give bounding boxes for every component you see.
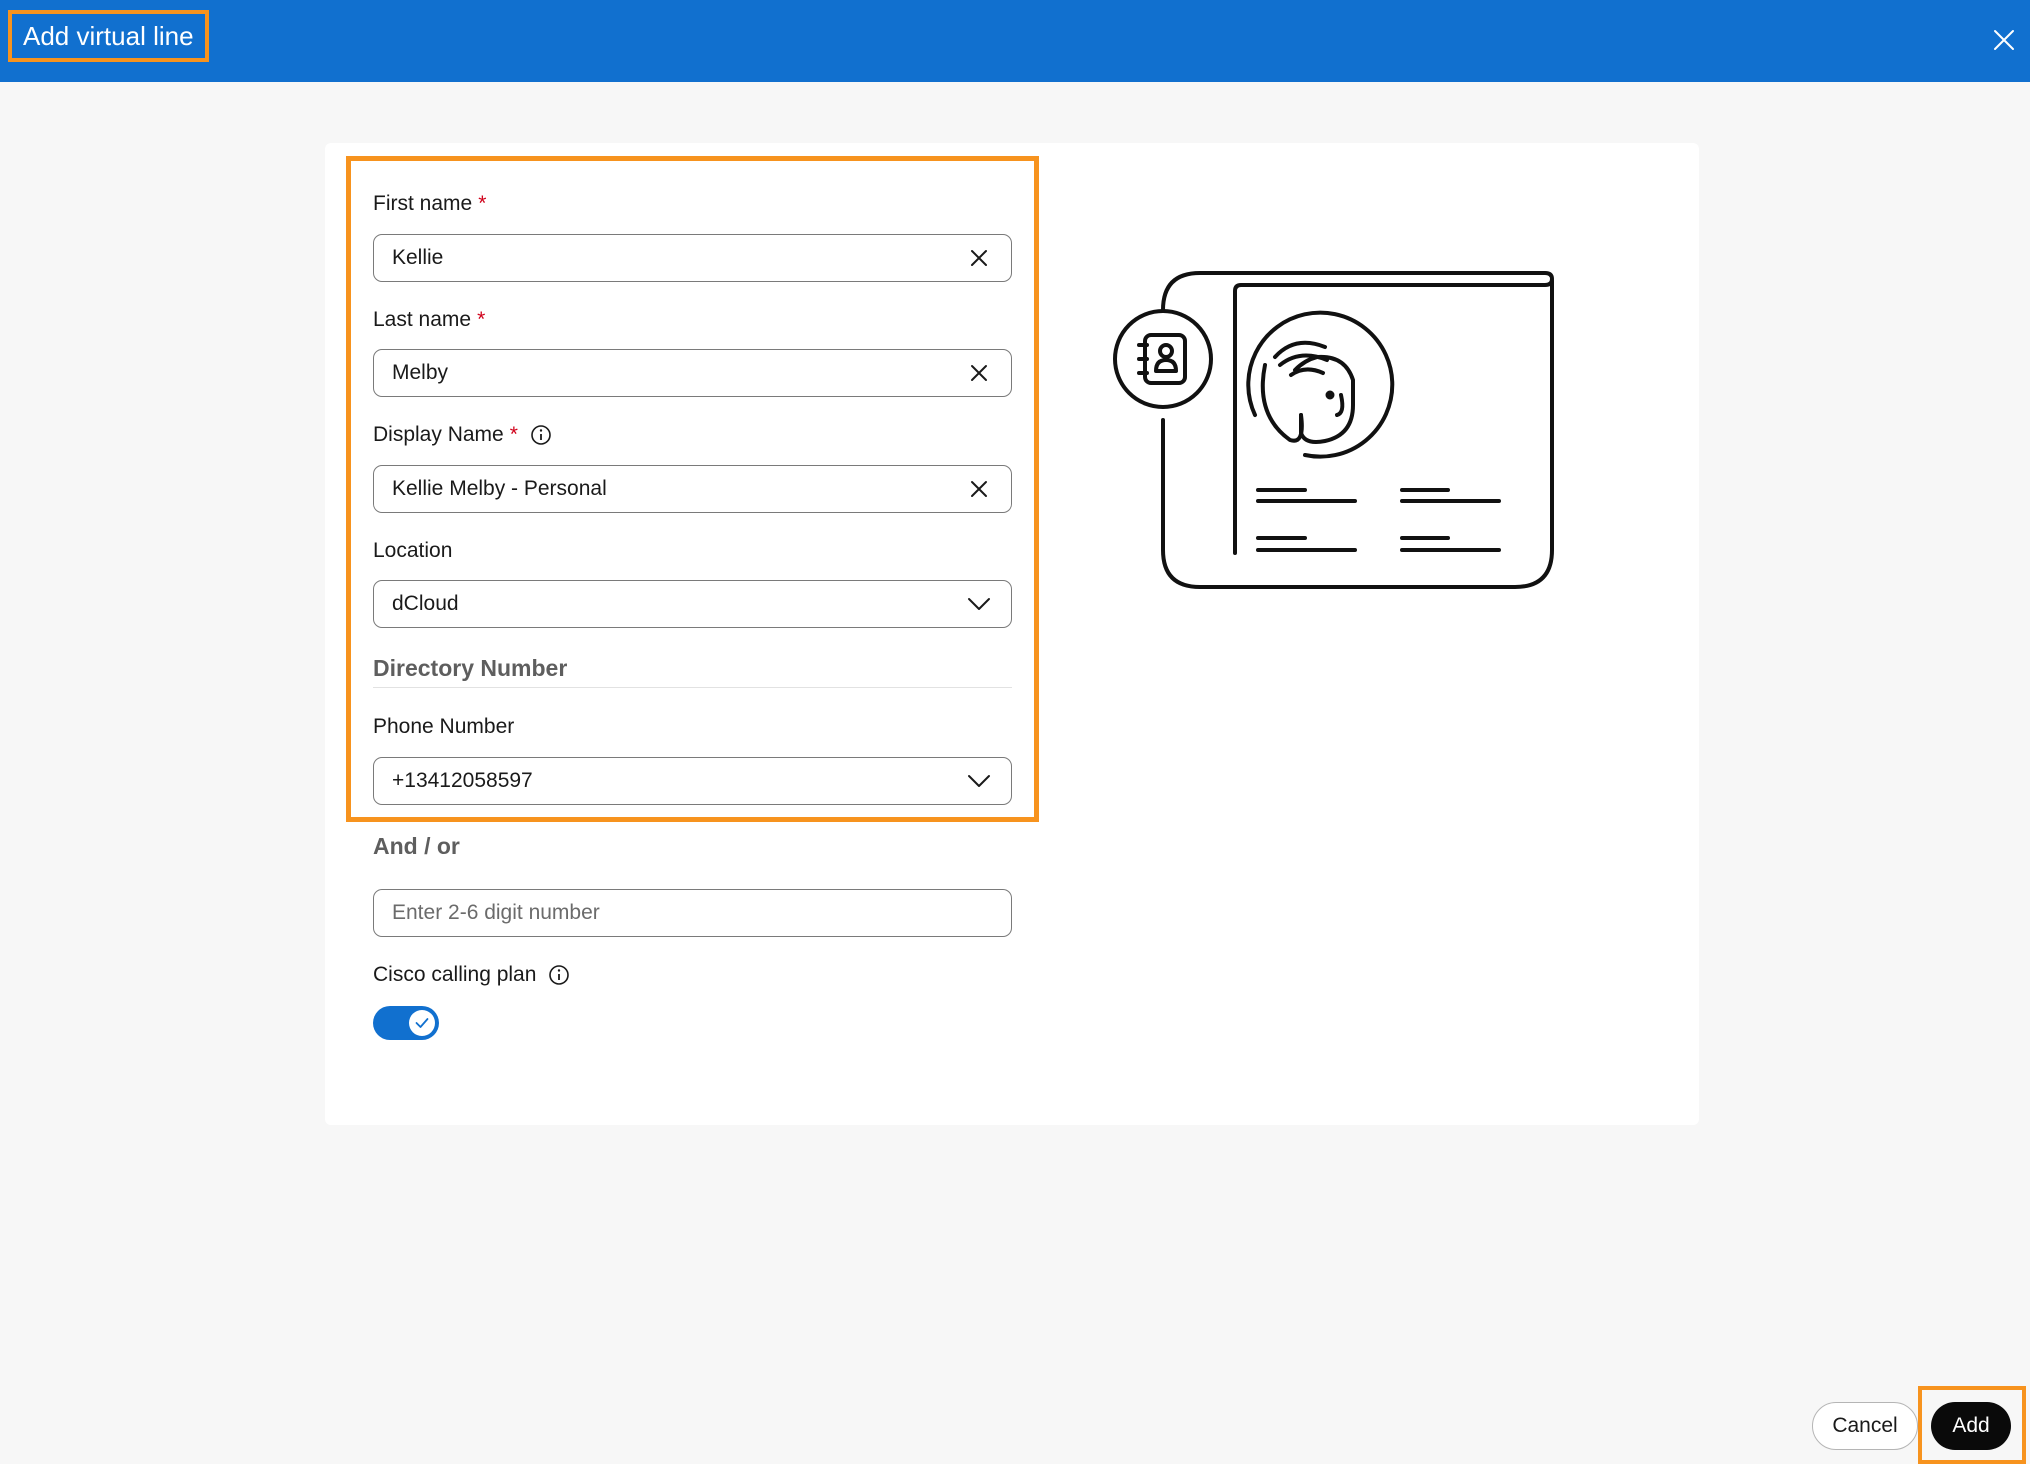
display-name-value[interactable]: Kellie Melby - Personal [392,477,965,501]
info-icon[interactable] [548,964,570,986]
clear-icon [971,250,987,266]
clear-icon [971,481,987,497]
section-divider [373,687,1012,688]
clear-last-name-button[interactable] [965,359,993,387]
clear-display-name-button[interactable] [965,475,993,503]
extension-input[interactable] [392,901,993,925]
toggle-knob [409,1010,435,1036]
first-name-value[interactable]: Kellie [392,246,965,270]
chevron-down-icon [968,598,990,610]
first-name-field[interactable]: Kellie [373,234,1012,282]
required-marker: * [509,423,518,446]
display-name-label: Display Name * [373,423,552,447]
calling-plan-label: Cisco calling plan [373,963,570,987]
dialog-title: Add virtual line [8,10,209,62]
phone-number-label: Phone Number [373,715,515,738]
first-name-label: First name * [373,192,487,215]
location-value[interactable]: dCloud [392,592,965,616]
location-dropdown-toggle[interactable] [965,590,993,618]
dialog-header: Add virtual line [0,0,2030,82]
last-name-value[interactable]: Melby [392,361,965,385]
required-marker: * [478,192,487,215]
extension-field[interactable] [373,889,1012,937]
contact-card-illustration [1113,271,1554,589]
cancel-button[interactable]: Cancel [1812,1402,1918,1450]
add-button[interactable]: Add [1931,1402,2011,1450]
last-name-label: Last name * [373,308,486,331]
required-marker: * [477,308,486,331]
location-label: Location [373,539,453,562]
phone-number-dropdown-toggle[interactable] [965,767,993,795]
clear-icon [971,365,987,381]
phone-number-select[interactable]: +13412058597 [373,757,1012,805]
directory-number-heading: Directory Number [373,655,568,681]
close-button[interactable] [1986,22,2022,58]
close-icon [1994,30,2014,50]
last-name-field[interactable]: Melby [373,349,1012,397]
info-icon[interactable] [530,424,552,446]
clear-first-name-button[interactable] [965,244,993,272]
location-select[interactable]: dCloud [373,580,1012,628]
and-or-heading: And / or [373,833,460,859]
check-icon [415,1018,429,1028]
chevron-down-icon [968,775,990,787]
phone-number-value[interactable]: +13412058597 [392,769,965,793]
calling-plan-toggle[interactable] [373,1006,439,1040]
display-name-field[interactable]: Kellie Melby - Personal [373,465,1012,513]
